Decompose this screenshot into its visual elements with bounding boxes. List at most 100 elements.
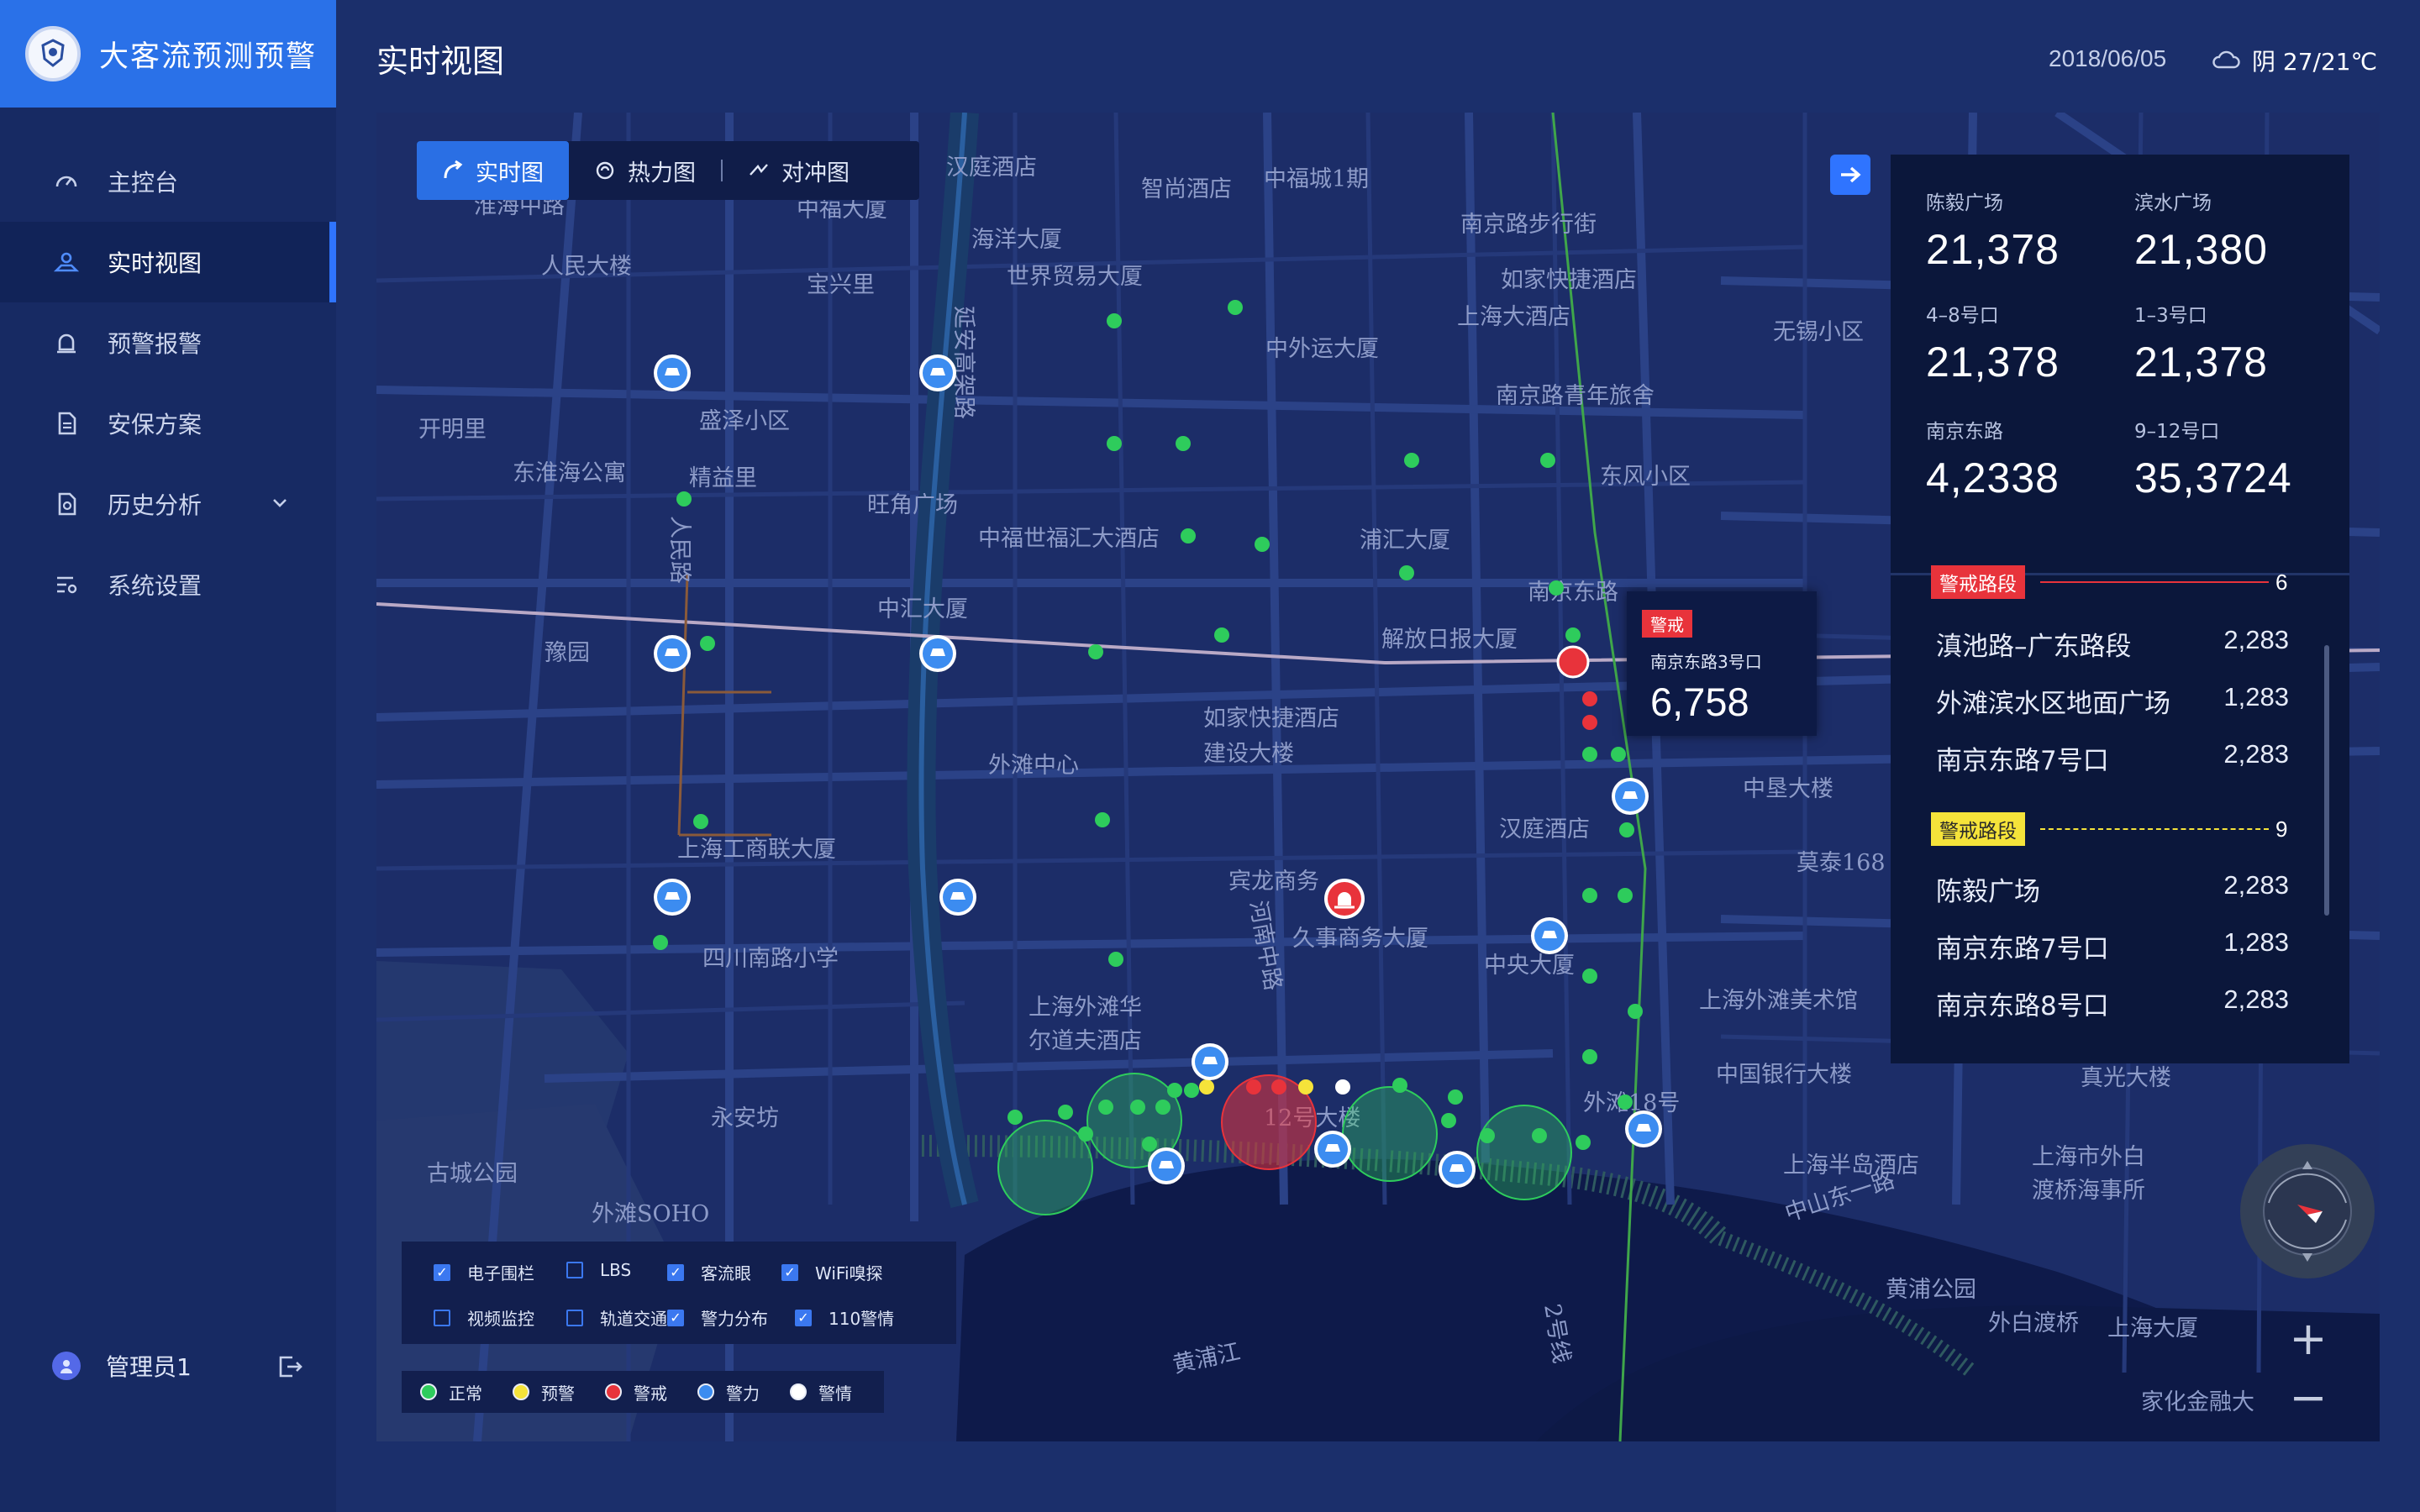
layer-controls: 电子围栏 LBS 客流眼 WiFi嗅探 视频监控 轨道交通 警力分布 110警情 — [402, 1242, 956, 1344]
map-label: 宾龙商务 — [1228, 869, 1319, 895]
stat-card: 9–12号口 35,3724 — [2134, 421, 2292, 501]
history-doc-icon — [52, 490, 81, 518]
layer-police-checkbox[interactable]: 警力分布 — [667, 1305, 768, 1330]
map-label: 中福大厦 — [797, 197, 887, 223]
chevron-down-icon[interactable] — [269, 492, 291, 514]
zoom-out-button[interactable]: − — [2279, 1368, 2338, 1426]
layer-video-checkbox[interactable]: 视频监控 — [434, 1305, 534, 1330]
nav-label: 历史分析 — [108, 491, 203, 519]
checkbox[interactable] — [667, 1263, 684, 1281]
weather-text: 阴 27/21℃ — [2252, 48, 2378, 76]
header-date: 2018/06/05 — [2049, 45, 2167, 71]
avatar — [52, 1352, 81, 1380]
list-item[interactable]: 外滩滨水区地面广场 1,283 — [1936, 682, 2289, 720]
map-label: 如家快捷酒店 — [1501, 267, 1637, 293]
alert-popup[interactable]: 警戒 南京东路3号口 6,758 — [1627, 591, 1817, 736]
nav-item-alarm[interactable]: 预警报警 — [0, 302, 336, 383]
zoom-controls: + − — [2279, 1309, 2338, 1435]
legend-item: 预警 — [513, 1380, 575, 1404]
nav-item-history[interactable]: 历史分析 — [0, 464, 336, 544]
map-label: 中福世福汇大酒店 — [978, 526, 1160, 552]
nav-label: 实时视图 — [108, 249, 203, 277]
view-mode-switch: 实时图 热力图 对冲图 — [417, 141, 919, 200]
collapse-panel-button[interactable] — [1830, 155, 1870, 195]
map-label: 海洋大厦 — [971, 227, 1062, 253]
map-label: 南京东路 — [1528, 580, 1618, 606]
segment-header-warning: 警戒路段 — [1931, 812, 2284, 846]
segment-count: 9 — [2275, 816, 2288, 842]
map-label: 尔道夫酒店 — [1028, 1028, 1142, 1054]
map-label: 宝兴里 — [807, 272, 875, 298]
list-item[interactable]: 陈毅广场 2,283 — [1936, 870, 2289, 908]
map-label: 上海大酒店 — [1457, 304, 1570, 330]
crowd-zone-normal — [1476, 1105, 1572, 1200]
checkbox[interactable] — [781, 1263, 798, 1281]
status-badge: 警戒路段 — [1931, 812, 2025, 846]
user-profile[interactable]: 管理员1 — [52, 1347, 304, 1384]
map-label: 中福城1期 — [1264, 166, 1369, 192]
checkbox[interactable] — [795, 1309, 812, 1326]
layer-geofence-checkbox[interactable]: 电子围栏 — [434, 1260, 534, 1284]
map-label: 人民大楼 — [541, 254, 632, 280]
checkbox[interactable] — [667, 1309, 684, 1326]
map-label: 东风小区 — [1600, 464, 1691, 490]
checkbox[interactable] — [566, 1309, 583, 1326]
nav-item-realtime-view[interactable]: 实时视图 — [0, 222, 336, 302]
username: 管理员1 — [106, 1353, 192, 1381]
checkbox[interactable] — [566, 1262, 583, 1278]
layer-crowd-eye-checkbox[interactable]: 客流眼 — [667, 1260, 751, 1284]
zoom-in-button[interactable]: + — [2279, 1309, 2338, 1368]
scrollbar[interactable] — [2324, 645, 2329, 916]
stat-card: 南京东路 4,2338 — [1926, 421, 2060, 501]
list-item[interactable]: 滇池路–广东路段 2,283 — [1936, 625, 2289, 663]
alert-value: 6,758 — [1650, 680, 1749, 724]
logout-icon[interactable] — [276, 1352, 304, 1381]
checkbox[interactable] — [434, 1309, 450, 1326]
map-label: 家化金融大 — [2141, 1389, 2254, 1415]
map-label: 无锡小区 — [1773, 319, 1864, 345]
stat-card: 1–3号口 21,378 — [2134, 305, 2268, 386]
map-label: 久事商务大厦 — [1292, 926, 1428, 952]
legend-dot — [697, 1383, 714, 1400]
list-item[interactable]: 南京东路8号口 2,283 — [1936, 984, 2289, 1022]
status-badge: 警戒路段 — [1931, 565, 2025, 599]
map-view[interactable]: 淮海中路 中福大厦 汉庭酒店 智尚酒店 中福城1期 南京路步行街 海洋大厦 世界… — [376, 113, 2380, 1441]
nav-label: 安保方案 — [108, 411, 203, 438]
document-icon — [52, 409, 81, 438]
stats-panel: 陈毅广场 21,378 滨水广场 21,380 4–8号口 21,378 1–3… — [1891, 155, 2349, 1063]
layer-wifi-checkbox[interactable]: WiFi嗅探 — [781, 1260, 883, 1284]
map-label: 莫泰168 — [1797, 850, 1886, 876]
map-label: 上海半岛酒店 — [1783, 1152, 1919, 1179]
map-label: 汉庭酒店 — [946, 155, 1037, 181]
map-label: 南京路青年旅舍 — [1496, 383, 1655, 409]
map-label: 上海外滩华 — [1028, 995, 1142, 1021]
map-label: 中国银行大楼 — [1716, 1062, 1852, 1088]
legend-dot — [790, 1383, 807, 1400]
map-label: 永安坊 — [711, 1105, 779, 1131]
map-label: 中央大厦 — [1484, 953, 1575, 979]
nav-item-security-plan[interactable]: 安保方案 — [0, 383, 336, 464]
map-label: 渡桥海事所 — [2032, 1178, 2145, 1204]
map-label: 盛泽小区 — [699, 408, 790, 434]
brand-header[interactable]: 大客流预测预警 — [0, 0, 336, 108]
layer-110-checkbox[interactable]: 110警情 — [795, 1305, 894, 1330]
segment-count: 6 — [2275, 570, 2288, 595]
nav-item-settings[interactable]: 系统设置 — [0, 544, 336, 625]
sensor-dots-incident — [1335, 1079, 1350, 1095]
nav-item-dashboard[interactable]: 主控台 — [0, 141, 336, 222]
divider — [2040, 828, 2269, 830]
layer-rail-checkbox[interactable]: 轨道交通 — [566, 1305, 667, 1330]
list-item[interactable]: 南京东路7号口 1,283 — [1936, 927, 2289, 965]
checkbox[interactable] — [434, 1263, 450, 1281]
list-item[interactable]: 南京东路7号口 2,283 — [1936, 739, 2289, 777]
map-label: 上海工商联大厦 — [677, 837, 836, 863]
view-realtime-button[interactable]: 实时图 — [417, 141, 569, 200]
compass-icon[interactable] — [2240, 1144, 2375, 1278]
map-label: 旺角广场 — [867, 492, 958, 518]
legend-dot — [513, 1383, 529, 1400]
stat-card: 滨水广场 21,380 — [2134, 192, 2268, 273]
view-heatmap-button[interactable]: 热力图 — [569, 141, 721, 200]
view-hedge-button[interactable]: 对冲图 — [723, 141, 875, 200]
layer-lbs-checkbox[interactable]: LBS — [566, 1260, 631, 1280]
settings-list-icon — [52, 570, 81, 599]
